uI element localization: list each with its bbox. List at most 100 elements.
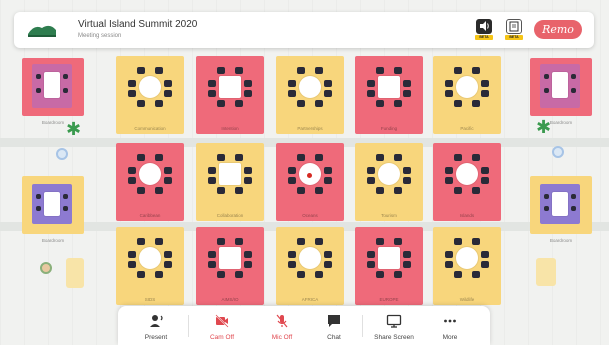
- breakout-room[interactable]: Caribbean: [116, 143, 184, 221]
- seat[interactable]: [137, 100, 145, 107]
- seat[interactable]: [137, 271, 145, 278]
- breakout-room[interactable]: Intention: [196, 56, 264, 134]
- seat[interactable]: [445, 261, 453, 268]
- breakout-room[interactable]: Wildlife: [433, 227, 501, 305]
- breakout-room[interactable]: Tourism: [355, 143, 423, 221]
- seat[interactable]: [155, 187, 163, 194]
- seat[interactable]: [481, 251, 489, 258]
- seat[interactable]: [164, 177, 172, 184]
- seat[interactable]: [137, 238, 145, 245]
- seat[interactable]: [454, 67, 462, 74]
- seat[interactable]: [164, 251, 172, 258]
- seat[interactable]: [367, 261, 375, 268]
- seat[interactable]: [472, 187, 480, 194]
- seat[interactable]: [235, 100, 243, 107]
- seat[interactable]: [128, 251, 136, 258]
- seat[interactable]: [235, 154, 243, 161]
- seat[interactable]: [481, 261, 489, 268]
- speaker-beta-button[interactable]: BETA: [474, 19, 494, 41]
- seat[interactable]: [128, 177, 136, 184]
- seat[interactable]: [324, 80, 332, 87]
- seat[interactable]: [315, 271, 323, 278]
- seat[interactable]: [481, 167, 489, 174]
- seat[interactable]: [217, 238, 225, 245]
- seat[interactable]: [137, 67, 145, 74]
- breakout-room[interactable]: Collaboration: [196, 143, 264, 221]
- camera-toggle-button[interactable]: Cam Off: [196, 306, 248, 345]
- seat[interactable]: [208, 261, 216, 268]
- seat[interactable]: [445, 251, 453, 258]
- seat[interactable]: [394, 67, 402, 74]
- seat[interactable]: [445, 80, 453, 87]
- seat[interactable]: [208, 177, 216, 184]
- more-button[interactable]: More: [424, 306, 476, 345]
- seat[interactable]: [315, 100, 323, 107]
- seat[interactable]: [394, 271, 402, 278]
- breakout-room[interactable]: Funding: [355, 56, 423, 134]
- seat[interactable]: [376, 67, 384, 74]
- seat[interactable]: [394, 154, 402, 161]
- seat[interactable]: [217, 100, 225, 107]
- seat[interactable]: [324, 251, 332, 258]
- seat[interactable]: [454, 100, 462, 107]
- seat[interactable]: [288, 251, 296, 258]
- seat[interactable]: [244, 251, 252, 258]
- seat[interactable]: [445, 177, 453, 184]
- seat[interactable]: [217, 187, 225, 194]
- seat[interactable]: [164, 167, 172, 174]
- seat[interactable]: [155, 154, 163, 161]
- seat[interactable]: [208, 90, 216, 97]
- seat[interactable]: [454, 238, 462, 245]
- share-screen-button[interactable]: Share Screen: [364, 306, 424, 345]
- seat[interactable]: [403, 167, 411, 174]
- seat[interactable]: [472, 271, 480, 278]
- seat[interactable]: [288, 90, 296, 97]
- document-beta-button[interactable]: BETA: [504, 19, 524, 41]
- boardroom-bottom-right[interactable]: Boardroom: [530, 176, 592, 243]
- seat[interactable]: [315, 238, 323, 245]
- seat[interactable]: [297, 67, 305, 74]
- seat[interactable]: [367, 251, 375, 258]
- seat[interactable]: [472, 154, 480, 161]
- seat[interactable]: [315, 154, 323, 161]
- seat[interactable]: [208, 251, 216, 258]
- seat[interactable]: [481, 80, 489, 87]
- seat[interactable]: [394, 100, 402, 107]
- mic-toggle-button[interactable]: Mic Off: [256, 306, 308, 345]
- present-button[interactable]: Present: [130, 306, 182, 345]
- boardroom-top-left[interactable]: Boardroom: [22, 58, 84, 125]
- breakout-room[interactable]: Oceans: [276, 143, 344, 221]
- seat[interactable]: [288, 80, 296, 87]
- breakout-room[interactable]: Pacific: [433, 56, 501, 134]
- seat[interactable]: [324, 177, 332, 184]
- seat[interactable]: [297, 154, 305, 161]
- seat[interactable]: [403, 80, 411, 87]
- seat[interactable]: [472, 100, 480, 107]
- seat[interactable]: [164, 261, 172, 268]
- seat[interactable]: [445, 90, 453, 97]
- breakout-room[interactable]: Communication: [116, 56, 184, 134]
- boardroom-bottom-left[interactable]: Boardroom: [22, 176, 84, 243]
- seat[interactable]: [367, 167, 375, 174]
- seat[interactable]: [367, 90, 375, 97]
- breakout-room[interactable]: Partnerships: [276, 56, 344, 134]
- breakout-room[interactable]: Islands: [433, 143, 501, 221]
- seat[interactable]: [244, 261, 252, 268]
- seat[interactable]: [217, 67, 225, 74]
- breakout-room[interactable]: EUROPE: [355, 227, 423, 305]
- seat[interactable]: [217, 271, 225, 278]
- seat[interactable]: [244, 167, 252, 174]
- seat[interactable]: [445, 167, 453, 174]
- seat[interactable]: [454, 154, 462, 161]
- seat[interactable]: [297, 271, 305, 278]
- seat[interactable]: [324, 90, 332, 97]
- seat[interactable]: [454, 187, 462, 194]
- seat[interactable]: [128, 261, 136, 268]
- chat-button[interactable]: Chat: [308, 306, 360, 345]
- seat[interactable]: [481, 177, 489, 184]
- seat[interactable]: [235, 238, 243, 245]
- seat[interactable]: [155, 67, 163, 74]
- breakout-room[interactable]: AFRICA: [276, 227, 344, 305]
- seat[interactable]: [244, 177, 252, 184]
- seat[interactable]: [128, 167, 136, 174]
